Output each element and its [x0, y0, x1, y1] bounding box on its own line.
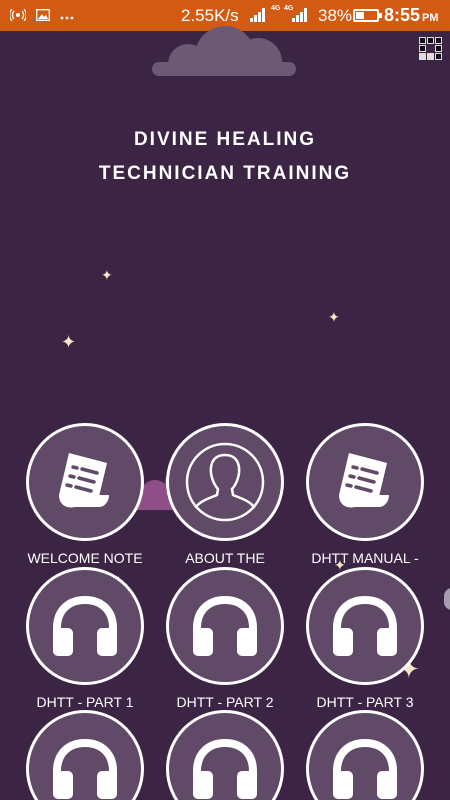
- battery-percent: 38%: [318, 6, 353, 25]
- tile-label: DHTT - PART 1: [36, 694, 134, 710]
- tile-circle[interactable]: [166, 567, 284, 685]
- tile-circle[interactable]: [26, 423, 144, 541]
- star-icon: ✦: [101, 267, 113, 283]
- signal-1-icon: [250, 7, 265, 22]
- tile-label: ABOUT THE: [185, 550, 265, 566]
- document-icon: [339, 453, 389, 508]
- cloud-decoration: [152, 26, 296, 76]
- title-line-2: TECHNICIAN TRAINING: [98, 163, 352, 184]
- clock-ampm: PM: [422, 12, 439, 24]
- hotspot-icon: [9, 8, 27, 23]
- tile-about-the[interactable]: ABOUT THE: [165, 423, 285, 566]
- person-icon: [185, 442, 265, 522]
- battery-icon: [353, 9, 382, 22]
- tile-label: DHTT - PART 2: [176, 694, 274, 710]
- title-line-1: DIVINE HEALING: [133, 129, 317, 150]
- headphones-icon: [333, 738, 397, 799]
- network-speed: 2.55K/s: [181, 6, 239, 25]
- headphones-icon: [193, 738, 257, 799]
- headphones-icon: [53, 738, 117, 799]
- tile-dhtt-part-3[interactable]: DHTT - PART 3: [305, 567, 425, 710]
- clock-time: 8:55: [384, 5, 421, 25]
- tile-dhtt-part-2[interactable]: DHTT - PART 2: [165, 567, 285, 710]
- notification-icons: [0, 8, 170, 23]
- side-handle[interactable]: [444, 588, 450, 610]
- tile-circle[interactable]: [26, 710, 144, 800]
- image-icon: [36, 8, 50, 23]
- tile-dhtt-part-4[interactable]: [25, 710, 145, 800]
- signal-2-icon: [292, 7, 307, 22]
- tile-dhtt-part-6[interactable]: [305, 710, 425, 800]
- app-title: DIVINE HEALING TECHNICIAN TRAINING: [0, 123, 450, 191]
- tile-circle[interactable]: [306, 423, 424, 541]
- tile-dhtt-manual[interactable]: DHTT MANUAL -: [305, 423, 425, 566]
- clock: 8:55 PM: [384, 5, 439, 26]
- tile-circle[interactable]: [166, 423, 284, 541]
- tile-dhtt-part-1[interactable]: DHTT - PART 1: [25, 567, 145, 710]
- headphones-icon: [333, 595, 397, 656]
- document-icon: [59, 453, 109, 508]
- network-type-1: 4G: [271, 5, 281, 12]
- grid-menu-icon[interactable]: [419, 37, 443, 61]
- tile-label: DHTT - PART 3: [316, 694, 414, 710]
- tile-circle[interactable]: [306, 710, 424, 800]
- tile-dhtt-part-5[interactable]: [165, 710, 285, 800]
- tile-circle[interactable]: [166, 710, 284, 800]
- star-icon: ✦: [328, 309, 340, 325]
- headphones-icon: [53, 595, 117, 656]
- tile-label: DHTT MANUAL -: [311, 550, 419, 566]
- tile-welcome-note[interactable]: WELCOME NOTE: [25, 423, 145, 566]
- tile-circle[interactable]: [306, 567, 424, 685]
- more-notifications-icon: [60, 10, 74, 22]
- star-icon: ✦: [61, 332, 77, 352]
- tile-circle[interactable]: [26, 567, 144, 685]
- headphones-icon: [193, 595, 257, 656]
- tile-label: WELCOME NOTE: [27, 550, 143, 566]
